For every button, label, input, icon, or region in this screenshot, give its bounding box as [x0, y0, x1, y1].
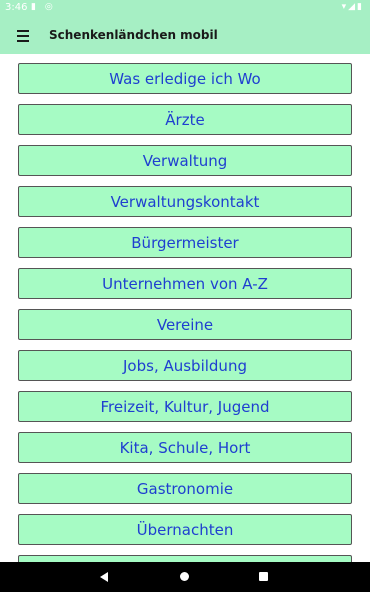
- status-bar: 3:46 ▮ ◎ ▾◢▮: [0, 0, 370, 16]
- app-title: Schenkenländchen mobil: [49, 28, 218, 42]
- navigation-bar: [0, 562, 370, 592]
- menu-button-verwaltung[interactable]: Verwaltung: [18, 145, 352, 176]
- menu-button-verwaltungskontakt[interactable]: Verwaltungskontakt: [18, 186, 352, 217]
- menu-button-kita[interactable]: Kita, Schule, Hort: [18, 432, 352, 463]
- status-notification-icons: ▮ ◎: [31, 2, 56, 12]
- status-time: 3:46: [5, 2, 28, 13]
- hamburger-menu-icon[interactable]: [14, 24, 32, 44]
- menu-button-vereine[interactable]: Vereine: [18, 309, 352, 340]
- back-icon[interactable]: [100, 572, 108, 582]
- menu-button-freizeit[interactable]: Freizeit, Kultur, Jugend: [18, 391, 352, 422]
- menu-button-partial[interactable]: [18, 555, 352, 562]
- app-bar: Schenkenländchen mobil: [0, 16, 370, 54]
- recents-icon[interactable]: [259, 572, 268, 581]
- menu-list[interactable]: Was erledige ich Wo Ärzte Verwaltung Ver…: [0, 54, 370, 562]
- menu-button-gastronomie[interactable]: Gastronomie: [18, 473, 352, 504]
- status-system-icons: ▾◢▮: [341, 2, 364, 12]
- menu-button-jobs[interactable]: Jobs, Ausbildung: [18, 350, 352, 381]
- menu-button-aerzte[interactable]: Ärzte: [18, 104, 352, 135]
- menu-button-was-erledige[interactable]: Was erledige ich Wo: [18, 63, 352, 94]
- menu-button-uebernachten[interactable]: Übernachten: [18, 514, 352, 545]
- home-icon[interactable]: [180, 572, 189, 581]
- menu-button-unternehmen[interactable]: Unternehmen von A-Z: [18, 268, 352, 299]
- menu-button-buergermeister[interactable]: Bürgermeister: [18, 227, 352, 258]
